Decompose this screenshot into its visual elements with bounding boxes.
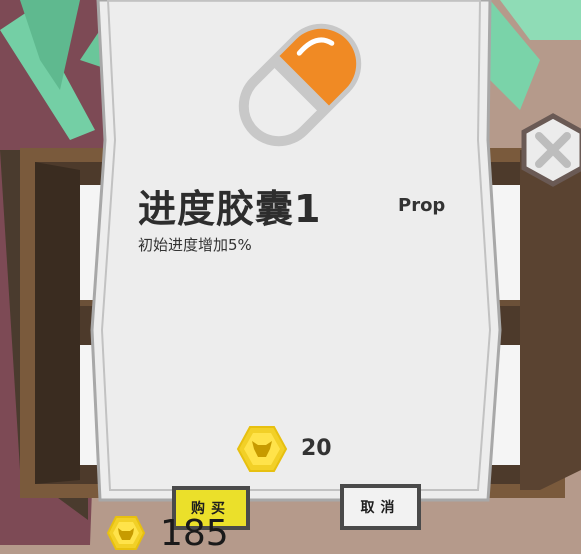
cancel-button[interactable]: 取消 bbox=[340, 484, 421, 530]
item-description: 初始进度增加5% bbox=[138, 236, 252, 254]
item-type-tag: Prop bbox=[398, 195, 446, 216]
capsule-pill-icon bbox=[238, 23, 362, 147]
currency-coin-icon bbox=[106, 516, 146, 550]
player-coin-balance: 185 bbox=[160, 513, 229, 554]
item-price: 20 bbox=[301, 436, 332, 461]
hexagon-bull-coin-icon bbox=[236, 426, 288, 472]
close-x-icon[interactable] bbox=[520, 112, 581, 188]
item-title: 进度胶囊1 bbox=[138, 187, 322, 231]
